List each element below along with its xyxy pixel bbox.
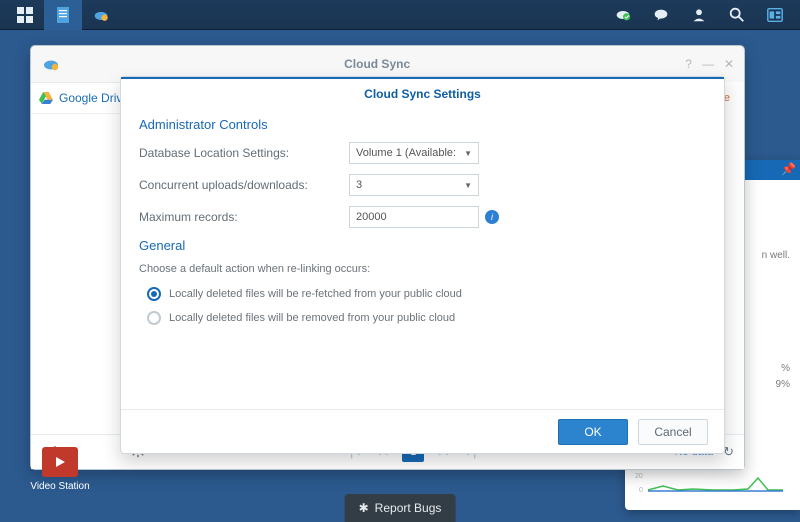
- search-icon: [728, 6, 746, 24]
- maxrecords-input[interactable]: [356, 211, 472, 223]
- sidebar-item-label: Google Drive: [59, 91, 129, 105]
- db-location-value: Volume 1 (Available:: [356, 147, 456, 159]
- bug-icon: ✱: [359, 501, 369, 515]
- section-general: General: [139, 238, 706, 253]
- relinking-prompt: Choose a default action when re-linking …: [139, 263, 706, 275]
- window-title: Cloud Sync: [69, 57, 685, 71]
- chevron-down-icon: ▼: [464, 149, 472, 158]
- radio-unselected-icon: [147, 311, 161, 325]
- ok-button[interactable]: OK: [558, 419, 628, 445]
- cloud-ok-icon: [614, 6, 632, 24]
- chevron-down-icon: ▼: [464, 181, 472, 190]
- radio-remove-option[interactable]: Locally deleted files will be removed fr…: [147, 311, 706, 325]
- db-location-select[interactable]: Volume 1 (Available: ▼: [349, 142, 479, 164]
- radio-refetch-option[interactable]: Locally deleted files will be re-fetched…: [147, 287, 706, 301]
- concurrent-label: Concurrent uploads/downloads:: [139, 178, 349, 192]
- desktop-icon-label: Video Station: [30, 481, 89, 492]
- cancel-button[interactable]: Cancel: [638, 419, 708, 445]
- window-close-button[interactable]: ✕: [724, 57, 734, 71]
- document-icon: [54, 6, 72, 24]
- svg-text:20: 20: [635, 473, 643, 480]
- radio-selected-icon: [147, 287, 161, 301]
- cloud-sync-settings-modal: Cloud Sync Settings Administrator Contro…: [120, 76, 725, 454]
- google-drive-icon: [39, 92, 53, 104]
- radio-refetch-label: Locally deleted files will be re-fetched…: [169, 288, 462, 300]
- report-bugs-label: Report Bugs: [375, 501, 442, 515]
- pin-icon[interactable]: 📌: [781, 162, 796, 176]
- cloud-status-button[interactable]: [604, 0, 642, 30]
- widgets-icon: [766, 6, 784, 24]
- concurrent-value: 3: [356, 179, 362, 191]
- cloud-sync-icon: [41, 54, 61, 74]
- user-icon: [690, 6, 708, 24]
- report-bugs-button[interactable]: ✱ Report Bugs: [345, 494, 456, 522]
- concurrent-select[interactable]: 3 ▼: [349, 174, 479, 196]
- section-administrator-controls: Administrator Controls: [139, 117, 706, 132]
- db-location-label: Database Location Settings:: [139, 146, 349, 160]
- widgets-button[interactable]: [756, 0, 794, 30]
- svg-text:0: 0: [639, 487, 643, 494]
- chat-button[interactable]: [642, 0, 680, 30]
- taskbar: [0, 0, 800, 30]
- video-station-icon: [42, 447, 78, 477]
- desktop: 📌 n well. % 9% 60 40 20 0 Cloud Sync ? —…: [0, 30, 800, 522]
- window-help-button[interactable]: ?: [685, 57, 692, 71]
- window-minimize-button[interactable]: —: [702, 57, 714, 71]
- user-button[interactable]: [680, 0, 718, 30]
- cloud-sync-icon: [92, 6, 110, 24]
- maxrecords-label: Maximum records:: [139, 210, 349, 224]
- desktop-icon-video-station[interactable]: Video Station: [30, 447, 90, 492]
- apps-grid-icon: [16, 6, 34, 24]
- cloud-sync-app-button[interactable]: [82, 0, 120, 30]
- radio-remove-label: Locally deleted files will be removed fr…: [169, 312, 455, 324]
- document-app-button[interactable]: [44, 0, 82, 30]
- maxrecords-input-wrap: [349, 206, 479, 228]
- info-icon[interactable]: i: [485, 210, 499, 224]
- search-button[interactable]: [718, 0, 756, 30]
- apps-grid-button[interactable]: [6, 0, 44, 30]
- modal-footer: OK Cancel: [121, 409, 724, 453]
- modal-title: Cloud Sync Settings: [121, 77, 724, 107]
- chat-icon: [652, 6, 670, 24]
